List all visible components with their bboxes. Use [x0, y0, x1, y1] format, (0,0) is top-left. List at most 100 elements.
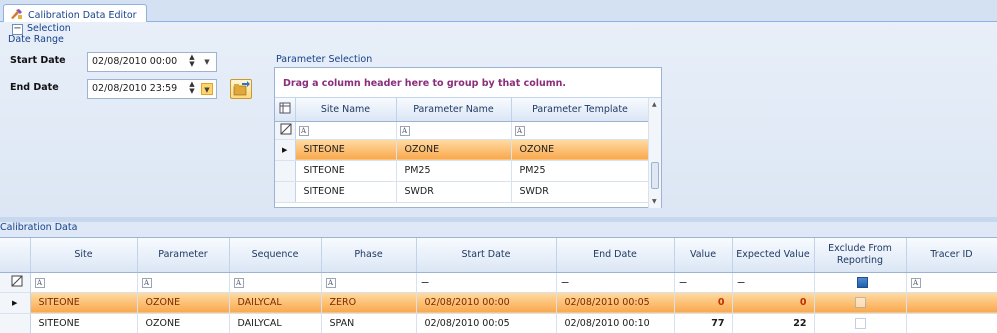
start-date-field[interactable]: 02/08/2010 00:00 ▲ ▼ ▼ — [87, 52, 217, 72]
cell-site[interactable]: SITEONE — [30, 313, 138, 333]
cell-tracer-id[interactable] — [906, 292, 997, 314]
filter-value[interactable]: − — [674, 272, 733, 293]
filter-parameter-name[interactable]: A — [396, 121, 512, 140]
table-row[interactable]: SITEONE OZONE DAILYCAL SPAN 02/08/2010 0… — [0, 313, 997, 333]
row-indicator-icon: ▶ — [275, 139, 296, 161]
filter-checkbox[interactable] — [856, 276, 868, 288]
clear-filter-icon[interactable] — [0, 272, 31, 293]
scroll-up-icon[interactable]: ▲ — [652, 101, 657, 108]
calibration-data-panel: Calibration Data Site Parameter Sequence… — [0, 222, 997, 333]
filter-text-icon: A — [325, 277, 336, 288]
calibration-grid: Site Parameter Sequence Phase Start Date… — [0, 237, 997, 333]
table-row[interactable]: ▶ SITEONE OZONE DAILYCAL ZERO 02/08/2010… — [0, 292, 997, 314]
cell-expected-value[interactable]: 0 — [732, 292, 815, 314]
group-by-panel[interactable]: Drag a column header here to group by th… — [275, 68, 661, 98]
cell-phase[interactable]: ZERO — [321, 292, 417, 314]
filter-text-icon: A — [34, 277, 45, 288]
column-header-tracer-id[interactable]: Tracer ID — [906, 238, 997, 273]
cell-sequence[interactable]: DAILYCAL — [229, 292, 322, 314]
scroll-thumb[interactable] — [651, 162, 659, 189]
filter-text-icon: A — [298, 125, 309, 136]
end-date-value: 02/08/2010 23:59 — [92, 83, 178, 94]
table-row[interactable]: ▶ SITEONE OZONE OZONE — [275, 139, 650, 161]
selection-title: Selection — [27, 23, 71, 34]
end-date-spinner[interactable]: ▲ ▼ — [186, 81, 198, 97]
cell-value[interactable]: 0 — [674, 292, 733, 314]
cell-site[interactable]: SITEONE — [30, 292, 138, 314]
filter-exclude-from-reporting[interactable] — [814, 272, 907, 293]
tab-calibration-data-editor[interactable]: Calibration Data Editor — [3, 4, 147, 23]
filter-operator-icon: − — [420, 275, 430, 289]
filter-tracer-id[interactable]: A — [906, 272, 997, 293]
filter-text-icon: A — [399, 125, 410, 136]
column-header-sequence[interactable]: Sequence — [229, 238, 322, 273]
end-date-field[interactable]: 02/08/2010 23:59 ▲ ▼ ▼ — [87, 79, 217, 99]
column-header-expected-value[interactable]: Expected Value — [732, 238, 815, 273]
scroll-down-icon[interactable]: ▼ — [652, 198, 657, 205]
cell-parameter[interactable]: OZONE — [137, 313, 230, 333]
parameter-grid-scrollbar[interactable]: ▲ ▼ — [648, 98, 661, 208]
start-date-spinner[interactable]: ▲ ▼ — [186, 54, 198, 70]
filter-parameter[interactable]: A — [137, 272, 230, 293]
cell-parameter-name[interactable]: PM25 — [396, 160, 512, 182]
cell-value[interactable]: 77 — [674, 313, 733, 333]
column-header-phase[interactable]: Phase — [321, 238, 417, 273]
filter-phase[interactable]: A — [321, 272, 417, 293]
table-row[interactable]: SITEONE SWDR SWDR — [275, 181, 650, 203]
cell-parameter-name[interactable]: SWDR — [396, 181, 512, 203]
column-header-parameter[interactable]: Parameter — [137, 238, 230, 273]
start-date-label: Start Date — [10, 55, 66, 66]
parameter-grid: Drag a column header here to group by th… — [274, 67, 662, 208]
column-header-start-date[interactable]: Start Date — [416, 238, 557, 273]
filter-site[interactable]: A — [30, 272, 138, 293]
column-header-end-date[interactable]: End Date — [556, 238, 675, 273]
filter-start-date[interactable]: − — [416, 272, 557, 293]
cell-end-date[interactable]: 02/08/2010 00:10 — [556, 313, 675, 333]
column-chooser-icon[interactable] — [275, 98, 296, 122]
cell-expected-value[interactable]: 22 — [732, 313, 815, 333]
filter-end-date[interactable]: − — [556, 272, 675, 293]
column-header-site-name[interactable]: Site Name — [295, 98, 397, 122]
cell-exclude-from-reporting[interactable] — [814, 292, 907, 314]
cell-parameter[interactable]: OZONE — [137, 292, 230, 314]
filter-parameter-template[interactable]: A — [511, 121, 650, 140]
calibration-data-title: Calibration Data — [0, 222, 78, 233]
cell-parameter-template[interactable]: OZONE — [511, 139, 650, 161]
clear-filter-icon[interactable] — [275, 121, 296, 140]
cell-site-name[interactable]: SITEONE — [295, 181, 397, 203]
exclude-checkbox[interactable] — [854, 318, 866, 329]
tab-bar: Calibration Data Editor — [0, 0, 997, 23]
folder-arrow-icon — [233, 81, 250, 96]
filter-site-name[interactable]: A — [295, 121, 397, 140]
filter-operator-icon: − — [736, 275, 746, 289]
filter-text-icon: A — [233, 277, 244, 288]
column-header-parameter-name[interactable]: Parameter Name — [396, 98, 512, 122]
filter-text-icon: A — [910, 277, 921, 288]
cell-exclude-from-reporting[interactable] — [814, 313, 907, 333]
exclude-checkbox[interactable] — [854, 297, 866, 308]
filter-row: A A A — [275, 121, 650, 140]
apply-date-range-button[interactable] — [230, 79, 252, 99]
cell-tracer-id[interactable] — [906, 313, 997, 333]
tab-label: Calibration Data Editor — [28, 10, 137, 21]
cell-end-date[interactable]: 02/08/2010 00:05 — [556, 292, 675, 314]
column-header-exclude-from-reporting[interactable]: Exclude From Reporting — [814, 238, 907, 273]
column-header-value[interactable]: Value — [674, 238, 733, 273]
cell-phase[interactable]: SPAN — [321, 313, 417, 333]
column-header-site[interactable]: Site — [30, 238, 138, 273]
cell-start-date[interactable]: 02/08/2010 00:00 — [416, 292, 557, 314]
table-row[interactable]: SITEONE PM25 PM25 — [275, 160, 650, 182]
cell-parameter-template[interactable]: SWDR — [511, 181, 650, 203]
cell-start-date[interactable]: 02/08/2010 00:05 — [416, 313, 557, 333]
cell-parameter-name[interactable]: OZONE — [396, 139, 512, 161]
cell-site-name[interactable]: SITEONE — [295, 160, 397, 182]
cell-sequence[interactable]: DAILYCAL — [229, 313, 322, 333]
filter-sequence[interactable]: A — [229, 272, 322, 293]
start-date-dropdown-icon[interactable]: ▼ — [201, 56, 213, 68]
end-date-dropdown-icon[interactable]: ▼ — [201, 83, 213, 95]
column-header-parameter-template[interactable]: Parameter Template — [511, 98, 650, 122]
cell-site-name[interactable]: SITEONE — [295, 139, 397, 161]
cell-parameter-template[interactable]: PM25 — [511, 160, 650, 182]
parameter-selection-title: Parameter Selection — [276, 54, 373, 65]
filter-expected-value[interactable]: − — [732, 272, 815, 293]
